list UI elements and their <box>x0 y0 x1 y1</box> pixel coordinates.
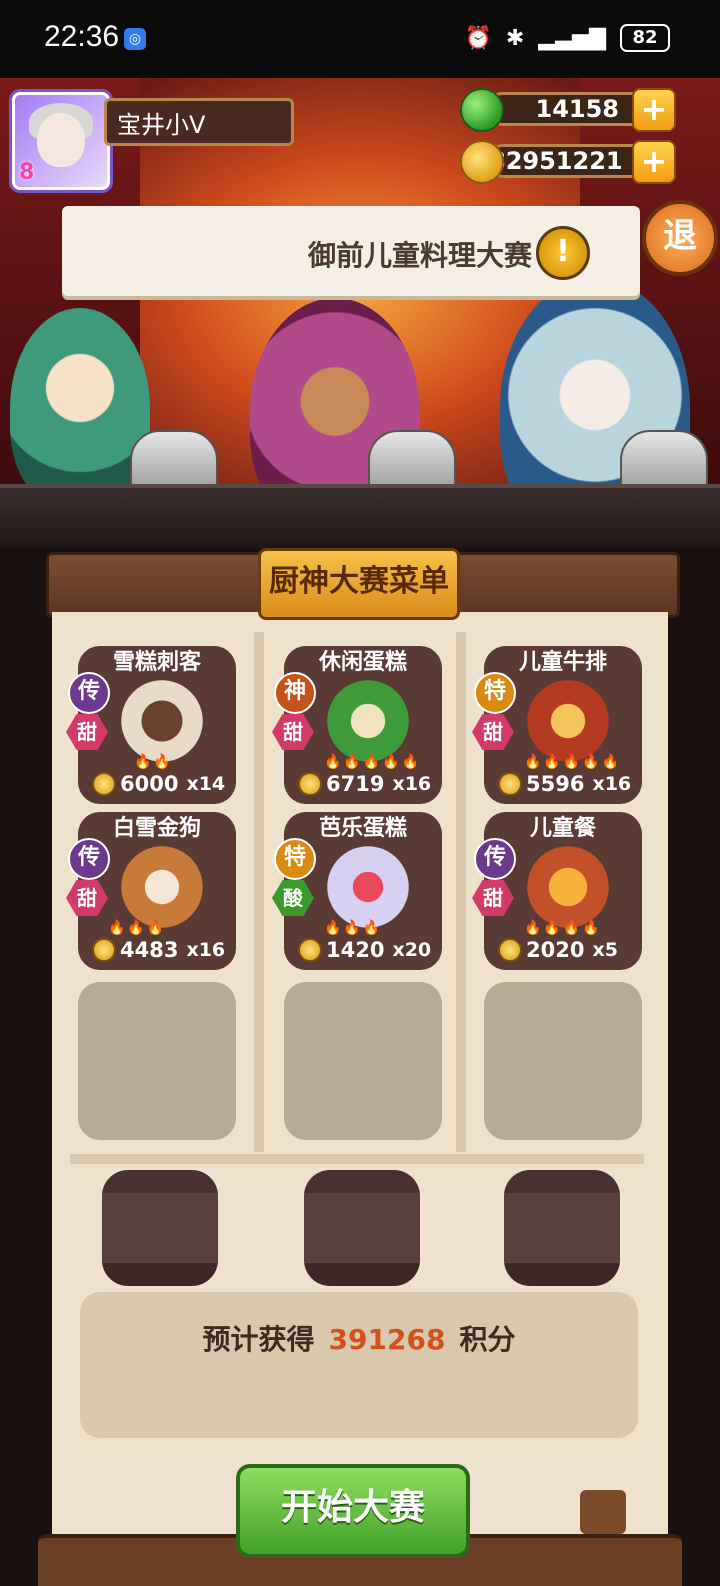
status-icons: ⏰ ✱ ▂▃▅▇ 82 <box>464 24 670 52</box>
player-avatar[interactable]: 8 <box>12 92 110 190</box>
coin-icon <box>298 772 322 796</box>
flame-rating: 🔥🔥🔥🔥🔥 <box>524 754 622 770</box>
coin-resource: 82951221 + <box>460 140 680 184</box>
flame-rating: 🔥🔥 <box>134 754 173 770</box>
coin-icon <box>460 140 504 184</box>
jade-resource: 14158 + <box>460 88 680 132</box>
coin-icon <box>498 772 522 796</box>
dish-price: 5596 x16 <box>498 772 631 796</box>
exit-button[interactable]: 退 <box>642 200 718 276</box>
flame-rating: 🔥🔥🔥🔥🔥 <box>324 754 422 770</box>
dish-image <box>112 676 212 766</box>
dish-price: 1420 x20 <box>298 938 431 962</box>
chef-slot[interactable] <box>304 1170 420 1286</box>
column-divider <box>456 632 466 1152</box>
bluetooth-icon: ✱ <box>505 25 525 51</box>
dish-image <box>318 842 418 932</box>
dish-image <box>112 842 212 932</box>
event-title: 御前儿童料理大赛 <box>307 239 532 272</box>
judge-character-left <box>10 308 150 508</box>
dish-card[interactable]: 休闲蛋糕 神 甜 🔥🔥🔥🔥🔥 6719 x16 <box>272 646 442 804</box>
dish-card[interactable]: 芭乐蛋糕 特 酸 🔥🔥🔥 1420 x20 <box>272 812 442 970</box>
dish-image <box>318 676 418 766</box>
status-time: 22:36 <box>44 20 120 53</box>
stage-floor <box>0 484 720 548</box>
chef-slot[interactable] <box>504 1170 620 1286</box>
add-jade-button[interactable]: + <box>632 88 676 132</box>
section-divider <box>70 1154 644 1164</box>
dish-name: 芭乐蛋糕 <box>318 816 407 841</box>
jade-amount: 14158 <box>486 92 656 126</box>
empty-dish-slot[interactable] <box>284 982 442 1140</box>
dish-price: 6719 x16 <box>298 772 431 796</box>
dish-price: 2020 x5 <box>498 938 618 962</box>
flame-rating: 🔥🔥🔥 <box>324 920 383 936</box>
dish-name: 儿童餐 <box>529 816 596 841</box>
dish-card[interactable]: 雪糕刺客 传 甜 🔥🔥 6000 x14 <box>66 646 236 804</box>
estimate-suffix: 积分 <box>459 1323 516 1356</box>
coin-amount: 82951221 <box>486 144 656 178</box>
empty-dish-slot[interactable] <box>78 982 236 1140</box>
dish-name: 休闲蛋糕 <box>318 650 407 675</box>
dish-name: 儿童牛排 <box>518 650 607 675</box>
rank-badge: 传 <box>68 672 110 714</box>
chef-slot[interactable] <box>102 1170 218 1286</box>
rank-badge: 神 <box>274 672 316 714</box>
coin-icon <box>92 772 116 796</box>
event-banner: 御前儿童料理大赛 ! <box>62 206 640 296</box>
jade-icon <box>460 88 504 132</box>
rank-badge: 特 <box>474 672 516 714</box>
player-level-badge: 8 <box>19 160 35 185</box>
rank-badge: 特 <box>274 838 316 880</box>
info-alert-icon[interactable]: ! <box>536 226 590 280</box>
estimate-value: 391268 <box>328 1323 446 1356</box>
dish-price: 6000 x14 <box>92 772 225 796</box>
knife-block-decoration <box>580 1490 626 1534</box>
coin-icon <box>498 938 522 962</box>
dish-image <box>518 676 618 766</box>
coin-icon <box>298 938 322 962</box>
empty-dish-slot[interactable] <box>484 982 642 1140</box>
player-name: 宝井小V <box>104 98 294 146</box>
dish-price: 4483 x16 <box>92 938 225 962</box>
start-contest-button[interactable]: 开始大赛 <box>236 1464 470 1558</box>
dish-card[interactable]: 儿童餐 传 甜 🔥🔥🔥🔥 2020 x5 <box>472 812 642 970</box>
coin-icon <box>92 938 116 962</box>
flame-rating: 🔥🔥🔥 <box>108 920 167 936</box>
dish-card[interactable]: 白雪金狗 传 甜 🔥🔥🔥 4483 x16 <box>66 812 236 970</box>
dish-name: 雪糕刺客 <box>112 650 201 675</box>
add-coins-button[interactable]: + <box>632 140 676 184</box>
flame-rating: 🔥🔥🔥🔥 <box>524 920 602 936</box>
alarm-icon: ⏰ <box>464 25 492 51</box>
rank-badge: 传 <box>474 838 516 880</box>
estimated-points-panel: 预计获得 391268 积分 <box>80 1292 638 1438</box>
app-notification-icon: ◎ <box>124 28 146 50</box>
estimate-prefix: 预计获得 <box>202 1323 315 1356</box>
battery-icon: 82 <box>620 24 670 52</box>
menu-title: 厨神大赛菜单 <box>258 548 460 620</box>
column-divider <box>254 632 264 1152</box>
status-bar: 22:36 ◎ ⏰ ✱ ▂▃▅▇ 82 <box>0 0 720 78</box>
signal-icon: ▂▃▅▇ <box>538 25 606 51</box>
dish-card[interactable]: 儿童牛排 特 甜 🔥🔥🔥🔥🔥 5596 x16 <box>472 646 642 804</box>
rank-badge: 传 <box>68 838 110 880</box>
dish-name: 白雪金狗 <box>112 816 201 841</box>
dish-image <box>518 842 618 932</box>
